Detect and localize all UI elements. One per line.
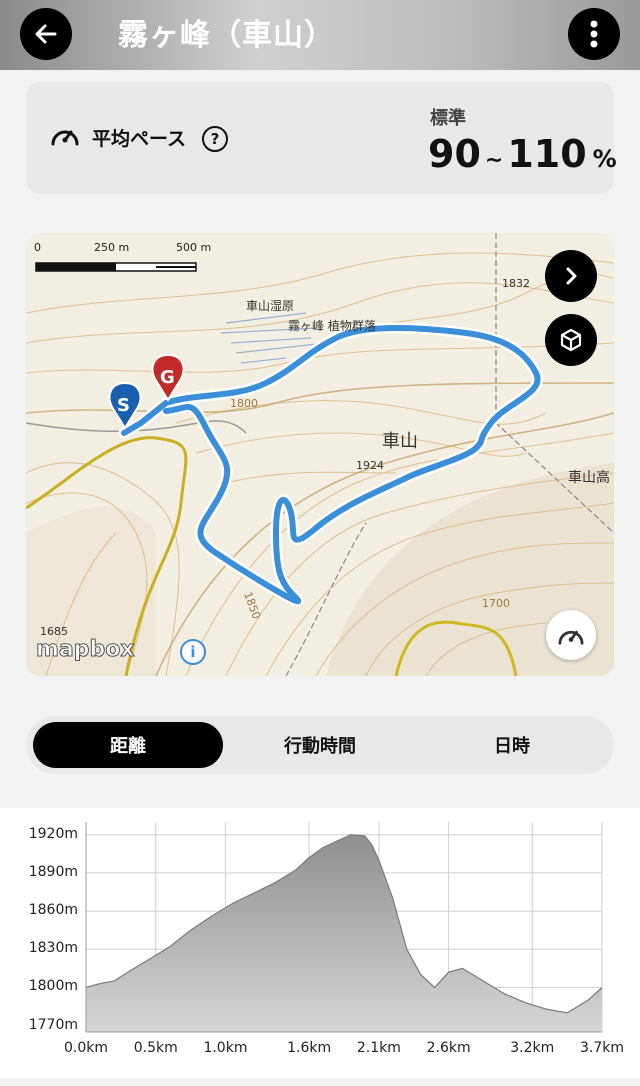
map-next-button[interactable] (545, 250, 597, 302)
map-elev-1700: 1700 (482, 597, 510, 610)
scale-label-250: 250 m (94, 241, 130, 254)
y-tick-label: 1890m (28, 863, 78, 880)
elevation-chart-panel (0, 808, 640, 1078)
x-tick-label: 2.6km (426, 1040, 471, 1056)
x-tick-label: 0.5km (133, 1040, 178, 1056)
scale-label-500: 500 m (176, 241, 212, 254)
speedometer-icon (558, 630, 584, 645)
y-tick-label: 1800m (28, 978, 78, 995)
tab-datetime[interactable]: 日時 (417, 722, 607, 768)
x-tick-label: 0.0km (63, 1040, 109, 1056)
more-vertical-icon (590, 20, 598, 48)
y-tick-label: 1920m (28, 825, 78, 842)
map-label-shokubutsu: 霧ヶ峰 植物群落 (288, 319, 376, 333)
start-marker[interactable]: S (117, 395, 130, 416)
pace-min: 90 (428, 132, 481, 176)
arrow-left-icon (35, 24, 57, 44)
pace-label: 平均ペース (92, 128, 187, 150)
map-label-kurumayama: 車山 (382, 431, 418, 452)
pace-unit: % (592, 145, 617, 173)
x-tick-label: 1.0km (203, 1040, 248, 1056)
tab-activity-time[interactable]: 行動時間 (225, 722, 415, 768)
map-label-shitsugen: 車山湿原 (246, 299, 295, 313)
map-elev-1924: 1924 (356, 459, 384, 472)
pace-value: 90 ~110% (428, 132, 617, 176)
y-tick-label: 1830m (28, 940, 78, 957)
map-3d-button[interactable] (545, 314, 597, 366)
topo-map-graphic (26, 233, 614, 676)
x-tick-label: 2.1km (356, 1040, 401, 1056)
speedometer-icon (51, 130, 79, 146)
map-elev-1800: 1800 (230, 397, 258, 410)
pace-card: 平均ペース ? 標準 90 ~110% (26, 82, 617, 194)
header-bar: 霧ヶ峰（車山） (0, 0, 640, 70)
page-title: 霧ヶ峰（車山） (118, 18, 335, 53)
map-pace-button[interactable] (546, 610, 596, 660)
pace-tilde: ~ (484, 148, 504, 173)
route-map[interactable]: 0 250 m 500 m 車山湿原 霧ヶ峰 植物群落 車山 車山高 1832 … (26, 233, 614, 676)
x-tick-label: 3.7km (579, 1040, 625, 1056)
cube-icon (560, 328, 582, 352)
y-tick-label: 1860m (28, 902, 78, 919)
back-button[interactable] (20, 8, 72, 60)
chart-axis-tabs: 距離 行動時間 日時 (26, 716, 614, 774)
tab-distance[interactable]: 距離 (33, 722, 223, 768)
scale-label-0: 0 (34, 241, 41, 254)
x-tick-label: 1.6km (287, 1040, 332, 1056)
x-tick-label: 3.2km (510, 1040, 555, 1056)
more-button[interactable] (568, 8, 620, 60)
goal-marker[interactable]: G (160, 367, 175, 388)
map-elev-1832: 1832 (502, 277, 530, 290)
help-icon[interactable]: ? (202, 126, 228, 152)
map-label-kurumayama-kogen: 車山高 (568, 470, 610, 486)
chevron-right-icon (566, 267, 577, 285)
info-icon[interactable]: i (180, 639, 206, 665)
pace-standard-label: 標準 (430, 108, 466, 129)
pace-max: 110 (507, 132, 587, 176)
y-tick-label: 1770m (28, 1016, 78, 1033)
mapbox-logo: mapbox (36, 637, 136, 663)
